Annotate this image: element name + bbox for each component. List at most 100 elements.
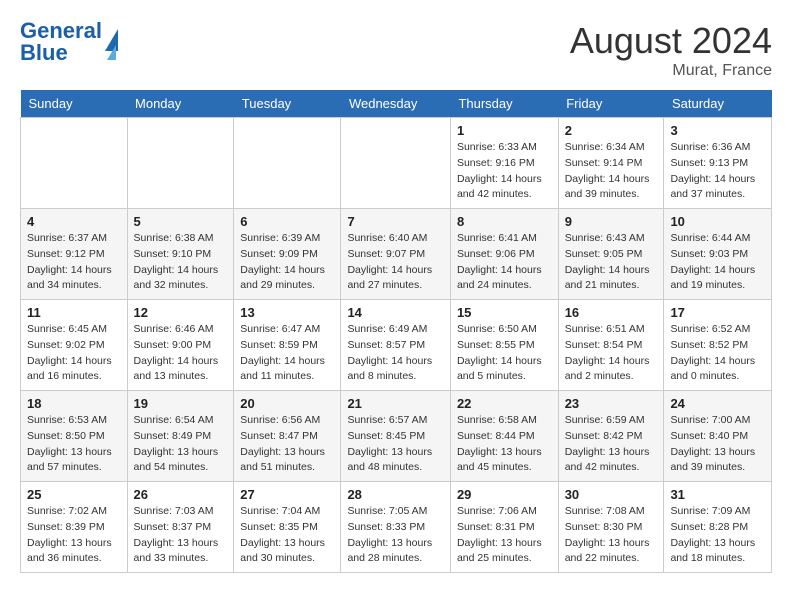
header-day-tuesday: Tuesday bbox=[234, 90, 341, 118]
calendar-cell: 12 Sunrise: 6:46 AMSunset: 9:00 PMDayligh… bbox=[127, 300, 234, 391]
week-row-1: 4 Sunrise: 6:37 AMSunset: 9:12 PMDaylight… bbox=[21, 209, 772, 300]
day-info: Sunrise: 6:38 AMSunset: 9:10 PMDaylight:… bbox=[134, 231, 228, 294]
page-header: GeneralBlue August 2024 Murat, France bbox=[20, 20, 772, 80]
day-number: 9 bbox=[565, 214, 658, 229]
calendar-cell: 15 Sunrise: 6:50 AMSunset: 8:55 PMDayligh… bbox=[450, 300, 558, 391]
calendar-cell: 13 Sunrise: 6:47 AMSunset: 8:59 PMDayligh… bbox=[234, 300, 341, 391]
calendar-cell: 21Sunrise: 6:57 AMSunset: 8:45 PMDayligh… bbox=[341, 391, 451, 482]
month-title: August 2024 bbox=[570, 20, 772, 62]
calendar-cell: 6 Sunrise: 6:39 AMSunset: 9:09 PMDaylight… bbox=[234, 209, 341, 300]
logo-text: GeneralBlue bbox=[20, 20, 102, 64]
calendar-cell: 16Sunrise: 6:51 AMSunset: 8:54 PMDayligh… bbox=[558, 300, 664, 391]
day-number: 20 bbox=[240, 396, 334, 411]
day-number: 15 bbox=[457, 305, 552, 320]
day-number: 1 bbox=[457, 123, 552, 138]
day-number: 10 bbox=[670, 214, 765, 229]
day-info: Sunrise: 6:34 AMSunset: 9:14 PMDaylight:… bbox=[565, 140, 658, 203]
day-info: Sunrise: 6:53 AMSunset: 8:50 PMDaylight:… bbox=[27, 413, 121, 476]
day-number: 21 bbox=[347, 396, 444, 411]
day-info: Sunrise: 6:58 AMSunset: 8:44 PMDaylight:… bbox=[457, 413, 552, 476]
calendar-cell: 9 Sunrise: 6:43 AMSunset: 9:05 PMDaylight… bbox=[558, 209, 664, 300]
day-number: 12 bbox=[134, 305, 228, 320]
day-info: Sunrise: 6:47 AMSunset: 8:59 PMDaylight:… bbox=[240, 322, 334, 385]
day-info: Sunrise: 6:44 AMSunset: 9:03 PMDaylight:… bbox=[670, 231, 765, 294]
day-number: 27 bbox=[240, 487, 334, 502]
day-info: Sunrise: 6:43 AMSunset: 9:05 PMDaylight:… bbox=[565, 231, 658, 294]
day-number: 22 bbox=[457, 396, 552, 411]
logo: GeneralBlue bbox=[20, 20, 122, 64]
day-info: Sunrise: 6:46 AMSunset: 9:00 PMDaylight:… bbox=[134, 322, 228, 385]
calendar-cell: 8 Sunrise: 6:41 AMSunset: 9:06 PMDaylight… bbox=[450, 209, 558, 300]
day-info: Sunrise: 7:04 AMSunset: 8:35 PMDaylight:… bbox=[240, 504, 334, 567]
calendar-cell: 30 Sunrise: 7:08 AMSunset: 8:30 PMDayligh… bbox=[558, 482, 664, 573]
day-number: 11 bbox=[27, 305, 121, 320]
day-number: 28 bbox=[347, 487, 444, 502]
day-info: Sunrise: 6:33 AMSunset: 9:16 PMDaylight:… bbox=[457, 140, 552, 203]
calendar-cell: 24 Sunrise: 7:00 AMSunset: 8:40 PMDayligh… bbox=[664, 391, 772, 482]
day-info: Sunrise: 6:39 AMSunset: 9:09 PMDaylight:… bbox=[240, 231, 334, 294]
calendar-cell bbox=[341, 118, 451, 209]
day-number: 24 bbox=[670, 396, 765, 411]
header-day-friday: Friday bbox=[558, 90, 664, 118]
location: Murat, France bbox=[570, 62, 772, 80]
day-info: Sunrise: 6:37 AMSunset: 9:12 PMDaylight:… bbox=[27, 231, 121, 294]
title-block: August 2024 Murat, France bbox=[570, 20, 772, 80]
calendar-cell: 27 Sunrise: 7:04 AMSunset: 8:35 PMDayligh… bbox=[234, 482, 341, 573]
header-day-saturday: Saturday bbox=[664, 90, 772, 118]
day-info: Sunrise: 7:00 AMSunset: 8:40 PMDaylight:… bbox=[670, 413, 765, 476]
day-number: 2 bbox=[565, 123, 658, 138]
calendar-cell: 4 Sunrise: 6:37 AMSunset: 9:12 PMDaylight… bbox=[21, 209, 128, 300]
calendar-cell bbox=[234, 118, 341, 209]
day-number: 16 bbox=[565, 305, 658, 320]
week-row-2: 11 Sunrise: 6:45 AMSunset: 9:02 PMDayligh… bbox=[21, 300, 772, 391]
header-day-monday: Monday bbox=[127, 90, 234, 118]
calendar-cell: 28Sunrise: 7:05 AMSunset: 8:33 PMDayligh… bbox=[341, 482, 451, 573]
week-row-3: 18 Sunrise: 6:53 AMSunset: 8:50 PMDayligh… bbox=[21, 391, 772, 482]
day-number: 6 bbox=[240, 214, 334, 229]
day-info: Sunrise: 7:02 AMSunset: 8:39 PMDaylight:… bbox=[27, 504, 121, 567]
day-info: Sunrise: 6:50 AMSunset: 8:55 PMDaylight:… bbox=[457, 322, 552, 385]
header-day-thursday: Thursday bbox=[450, 90, 558, 118]
day-info: Sunrise: 6:54 AMSunset: 8:49 PMDaylight:… bbox=[134, 413, 228, 476]
day-number: 29 bbox=[457, 487, 552, 502]
day-number: 31 bbox=[670, 487, 765, 502]
day-info: Sunrise: 6:41 AMSunset: 9:06 PMDaylight:… bbox=[457, 231, 552, 294]
day-info: Sunrise: 7:09 AMSunset: 8:28 PMDaylight:… bbox=[670, 504, 765, 567]
day-number: 17 bbox=[670, 305, 765, 320]
day-info: Sunrise: 6:40 AMSunset: 9:07 PMDaylight:… bbox=[347, 231, 444, 294]
calendar-cell: 25Sunrise: 7:02 AMSunset: 8:39 PMDayligh… bbox=[21, 482, 128, 573]
day-number: 7 bbox=[347, 214, 444, 229]
calendar-cell: 31 Sunrise: 7:09 AMSunset: 8:28 PMDayligh… bbox=[664, 482, 772, 573]
calendar-cell bbox=[21, 118, 128, 209]
calendar-cell bbox=[127, 118, 234, 209]
day-number: 30 bbox=[565, 487, 658, 502]
day-number: 13 bbox=[240, 305, 334, 320]
day-number: 3 bbox=[670, 123, 765, 138]
day-info: Sunrise: 7:08 AMSunset: 8:30 PMDaylight:… bbox=[565, 504, 658, 567]
calendar-cell: 3 Sunrise: 6:36 AMSunset: 9:13 PMDaylight… bbox=[664, 118, 772, 209]
day-info: Sunrise: 6:59 AMSunset: 8:42 PMDaylight:… bbox=[565, 413, 658, 476]
calendar-cell: 10 Sunrise: 6:44 AMSunset: 9:03 PMDayligh… bbox=[664, 209, 772, 300]
day-number: 5 bbox=[134, 214, 228, 229]
day-info: Sunrise: 6:45 AMSunset: 9:02 PMDaylight:… bbox=[27, 322, 121, 385]
calendar-cell: 26Sunrise: 7:03 AMSunset: 8:37 PMDayligh… bbox=[127, 482, 234, 573]
header-day-sunday: Sunday bbox=[21, 90, 128, 118]
week-row-0: 1 Sunrise: 6:33 AMSunset: 9:16 PMDaylight… bbox=[21, 118, 772, 209]
day-number: 18 bbox=[27, 396, 121, 411]
day-info: Sunrise: 7:06 AMSunset: 8:31 PMDaylight:… bbox=[457, 504, 552, 567]
calendar-cell: 5 Sunrise: 6:38 AMSunset: 9:10 PMDaylight… bbox=[127, 209, 234, 300]
calendar-header: SundayMondayTuesdayWednesdayThursdayFrid… bbox=[21, 90, 772, 118]
calendar-cell: 19Sunrise: 6:54 AMSunset: 8:49 PMDayligh… bbox=[127, 391, 234, 482]
day-number: 4 bbox=[27, 214, 121, 229]
header-row: SundayMondayTuesdayWednesdayThursdayFrid… bbox=[21, 90, 772, 118]
day-info: Sunrise: 7:03 AMSunset: 8:37 PMDaylight:… bbox=[134, 504, 228, 567]
calendar-cell: 11 Sunrise: 6:45 AMSunset: 9:02 PMDayligh… bbox=[21, 300, 128, 391]
calendar-cell: 17 Sunrise: 6:52 AMSunset: 8:52 PMDayligh… bbox=[664, 300, 772, 391]
calendar-cell: 22 Sunrise: 6:58 AMSunset: 8:44 PMDayligh… bbox=[450, 391, 558, 482]
day-info: Sunrise: 6:36 AMSunset: 9:13 PMDaylight:… bbox=[670, 140, 765, 203]
day-info: Sunrise: 6:56 AMSunset: 8:47 PMDaylight:… bbox=[240, 413, 334, 476]
calendar-cell: 18 Sunrise: 6:53 AMSunset: 8:50 PMDayligh… bbox=[21, 391, 128, 482]
day-number: 8 bbox=[457, 214, 552, 229]
day-info: Sunrise: 6:52 AMSunset: 8:52 PMDaylight:… bbox=[670, 322, 765, 385]
calendar-cell: 23Sunrise: 6:59 AMSunset: 8:42 PMDayligh… bbox=[558, 391, 664, 482]
